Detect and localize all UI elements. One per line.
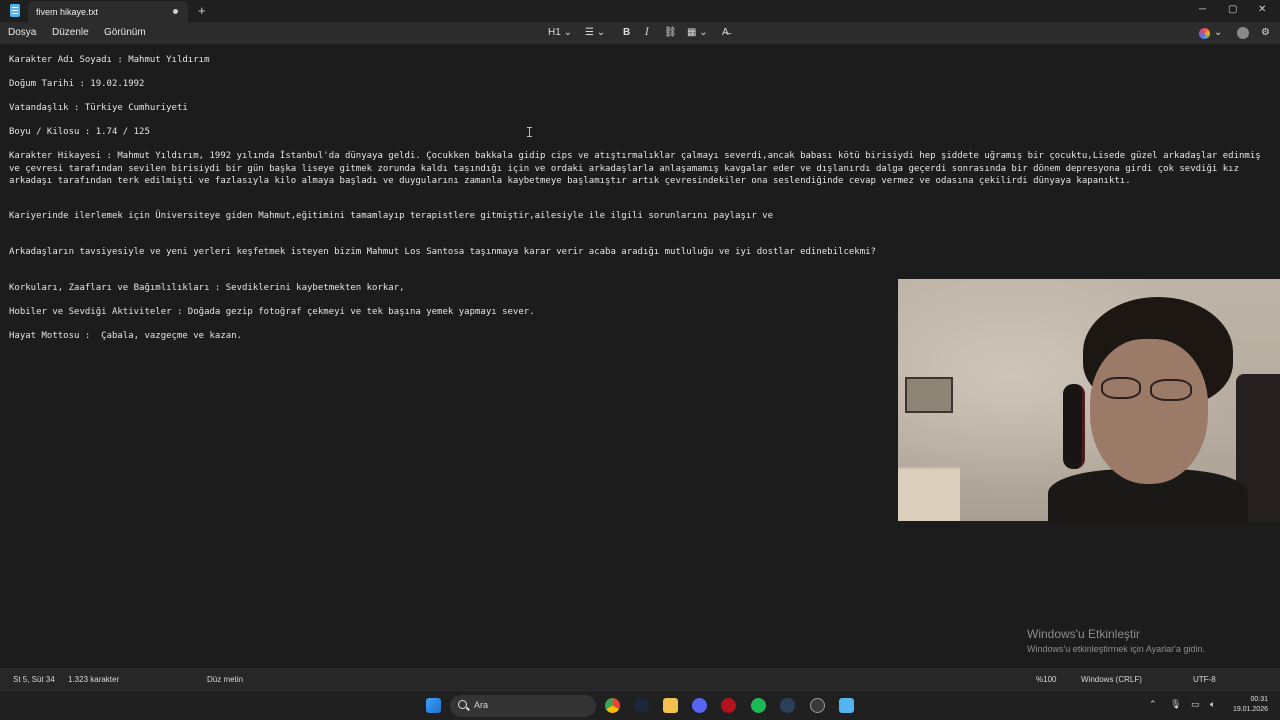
unsaved-dot-icon[interactable] — [173, 9, 178, 14]
settings-gear-icon[interactable]: ⚙ — [1261, 27, 1270, 39]
close-button[interactable]: ✕ — [1258, 3, 1266, 17]
file-explorer-icon[interactable] — [663, 698, 678, 713]
status-bar: St 5, Süt 34 1.323 karakter Düz metin %1… — [0, 668, 1280, 690]
line-motto: Hayat Mottosu : Çabala, vazgeçme ve kaza… — [9, 331, 242, 341]
tab-title: fivem hikaye.txt — [36, 6, 99, 17]
taskbar-search[interactable]: Ara — [450, 695, 596, 717]
line-career: Kariyerinde ilerlemek için Üniversiteye … — [9, 211, 774, 221]
format-mode[interactable]: Düz metin — [207, 675, 243, 684]
line-name: Karakter Adı Soyadı : Mahmut Yıldırım — [9, 55, 210, 65]
table-dropdown[interactable]: ▦ ⌄ — [687, 27, 708, 39]
list-icon: ☰ — [585, 27, 594, 38]
chevron-down-icon[interactable]: ⌄ — [1214, 27, 1222, 39]
person-face — [1090, 339, 1208, 484]
zoom-level[interactable]: %100 — [1036, 675, 1056, 684]
windows-start-icon[interactable] — [426, 698, 441, 713]
activation-watermark-subtitle: Windows'u etkinleştirmek için Ayarlar'a … — [1027, 644, 1205, 654]
maximize-button[interactable]: ▢ — [1228, 3, 1237, 17]
notepad-taskbar-icon[interactable] — [839, 698, 854, 713]
italic-button[interactable]: I — [645, 27, 649, 39]
headset — [1063, 384, 1085, 469]
minimize-button[interactable]: ─ — [1199, 3, 1206, 17]
line-hobbies: Hobiler ve Sevdiği Aktiviteler : Doğada … — [9, 307, 535, 317]
steam-app-icon[interactable] — [780, 698, 795, 713]
link-icon[interactable]: ⛓ — [664, 27, 677, 39]
mouse-ibeam-cursor — [527, 127, 532, 137]
search-icon — [458, 700, 467, 709]
line-fears: Korkuları, Zaafları ve Bağımlılıkları : … — [9, 283, 405, 293]
new-tab-button[interactable]: + — [198, 3, 206, 19]
chevron-up-icon[interactable]: ⌃ — [1149, 699, 1157, 710]
taskbar: Ara ⌃ 🎙︎ ▭ 🔈︎ 00:31 19.01.2026 — [0, 690, 1280, 720]
menu-view[interactable]: Görünüm — [104, 27, 146, 38]
line-move: Arkadaşların tavsiyesiyle ve yeni yerler… — [9, 247, 876, 257]
title-bar: fivem hikaye.txt + ─ ▢ ✕ — [0, 0, 1280, 22]
app-icon[interactable] — [810, 698, 825, 713]
wall-shelf — [905, 377, 953, 413]
webcam-overlay — [898, 279, 1280, 521]
steam-icon[interactable] — [634, 698, 649, 713]
search-input[interactable]: Ara — [474, 700, 488, 710]
menu-bar: Dosya Düzenle Görünüm H1 ⌄ ☰ ⌄ B I ⛓ ▦ ⌄… — [0, 22, 1280, 44]
tab-fivem-hikaye[interactable]: fivem hikaye.txt — [28, 1, 188, 22]
line-citizenship: Vatandaşlık : Türkiye Cumhuriyeti — [9, 103, 188, 113]
menu-edit[interactable]: Düzenle — [52, 27, 89, 38]
character-count: 1.323 karakter — [68, 675, 120, 684]
list-dropdown[interactable]: ☰ ⌄ — [585, 27, 605, 39]
line-height-weight: Boyu / Kilosu : 1.74 / 125 — [9, 127, 150, 137]
clock-time: 00:31 — [1250, 696, 1268, 703]
line-birthdate: Doğum Tarihi : 19.02.1992 — [9, 79, 145, 89]
table-icon: ▦ — [687, 27, 697, 38]
activation-watermark-title: Windows'u Etkinleştir — [1027, 627, 1140, 641]
encoding[interactable]: UTF-8 — [1193, 675, 1216, 684]
avatar[interactable] — [1237, 27, 1249, 39]
rockstar-icon[interactable] — [721, 698, 736, 713]
taskbar-clock[interactable]: 00:31 19.01.2026 — [1228, 695, 1268, 715]
discord-icon[interactable] — [692, 698, 707, 713]
bold-button[interactable]: B — [623, 27, 630, 39]
copilot-icon[interactable] — [1199, 28, 1210, 39]
clear-format-icon[interactable]: A̶ — [722, 27, 729, 39]
glasses-icon — [1101, 377, 1141, 399]
line-ending[interactable]: Windows (CRLF) — [1081, 675, 1142, 684]
microphone-icon[interactable]: 🎙︎ — [1170, 699, 1181, 710]
door — [898, 467, 960, 521]
menu-file[interactable]: Dosya — [8, 27, 36, 38]
network-icon[interactable]: ▭ — [1191, 699, 1200, 710]
notepad-icon — [10, 4, 20, 17]
cursor-position: St 5, Süt 34 — [13, 675, 55, 684]
clock-date: 19.01.2026 — [1232, 706, 1268, 713]
volume-icon[interactable]: 🔈︎ — [1210, 699, 1215, 710]
spotify-icon[interactable] — [751, 698, 766, 713]
heading-dropdown[interactable]: H1 ⌄ — [548, 27, 572, 39]
line-story: Karakter Hikayesi : Mahmut Yıldırım, 199… — [9, 151, 1261, 186]
chrome-icon[interactable] — [605, 698, 620, 713]
